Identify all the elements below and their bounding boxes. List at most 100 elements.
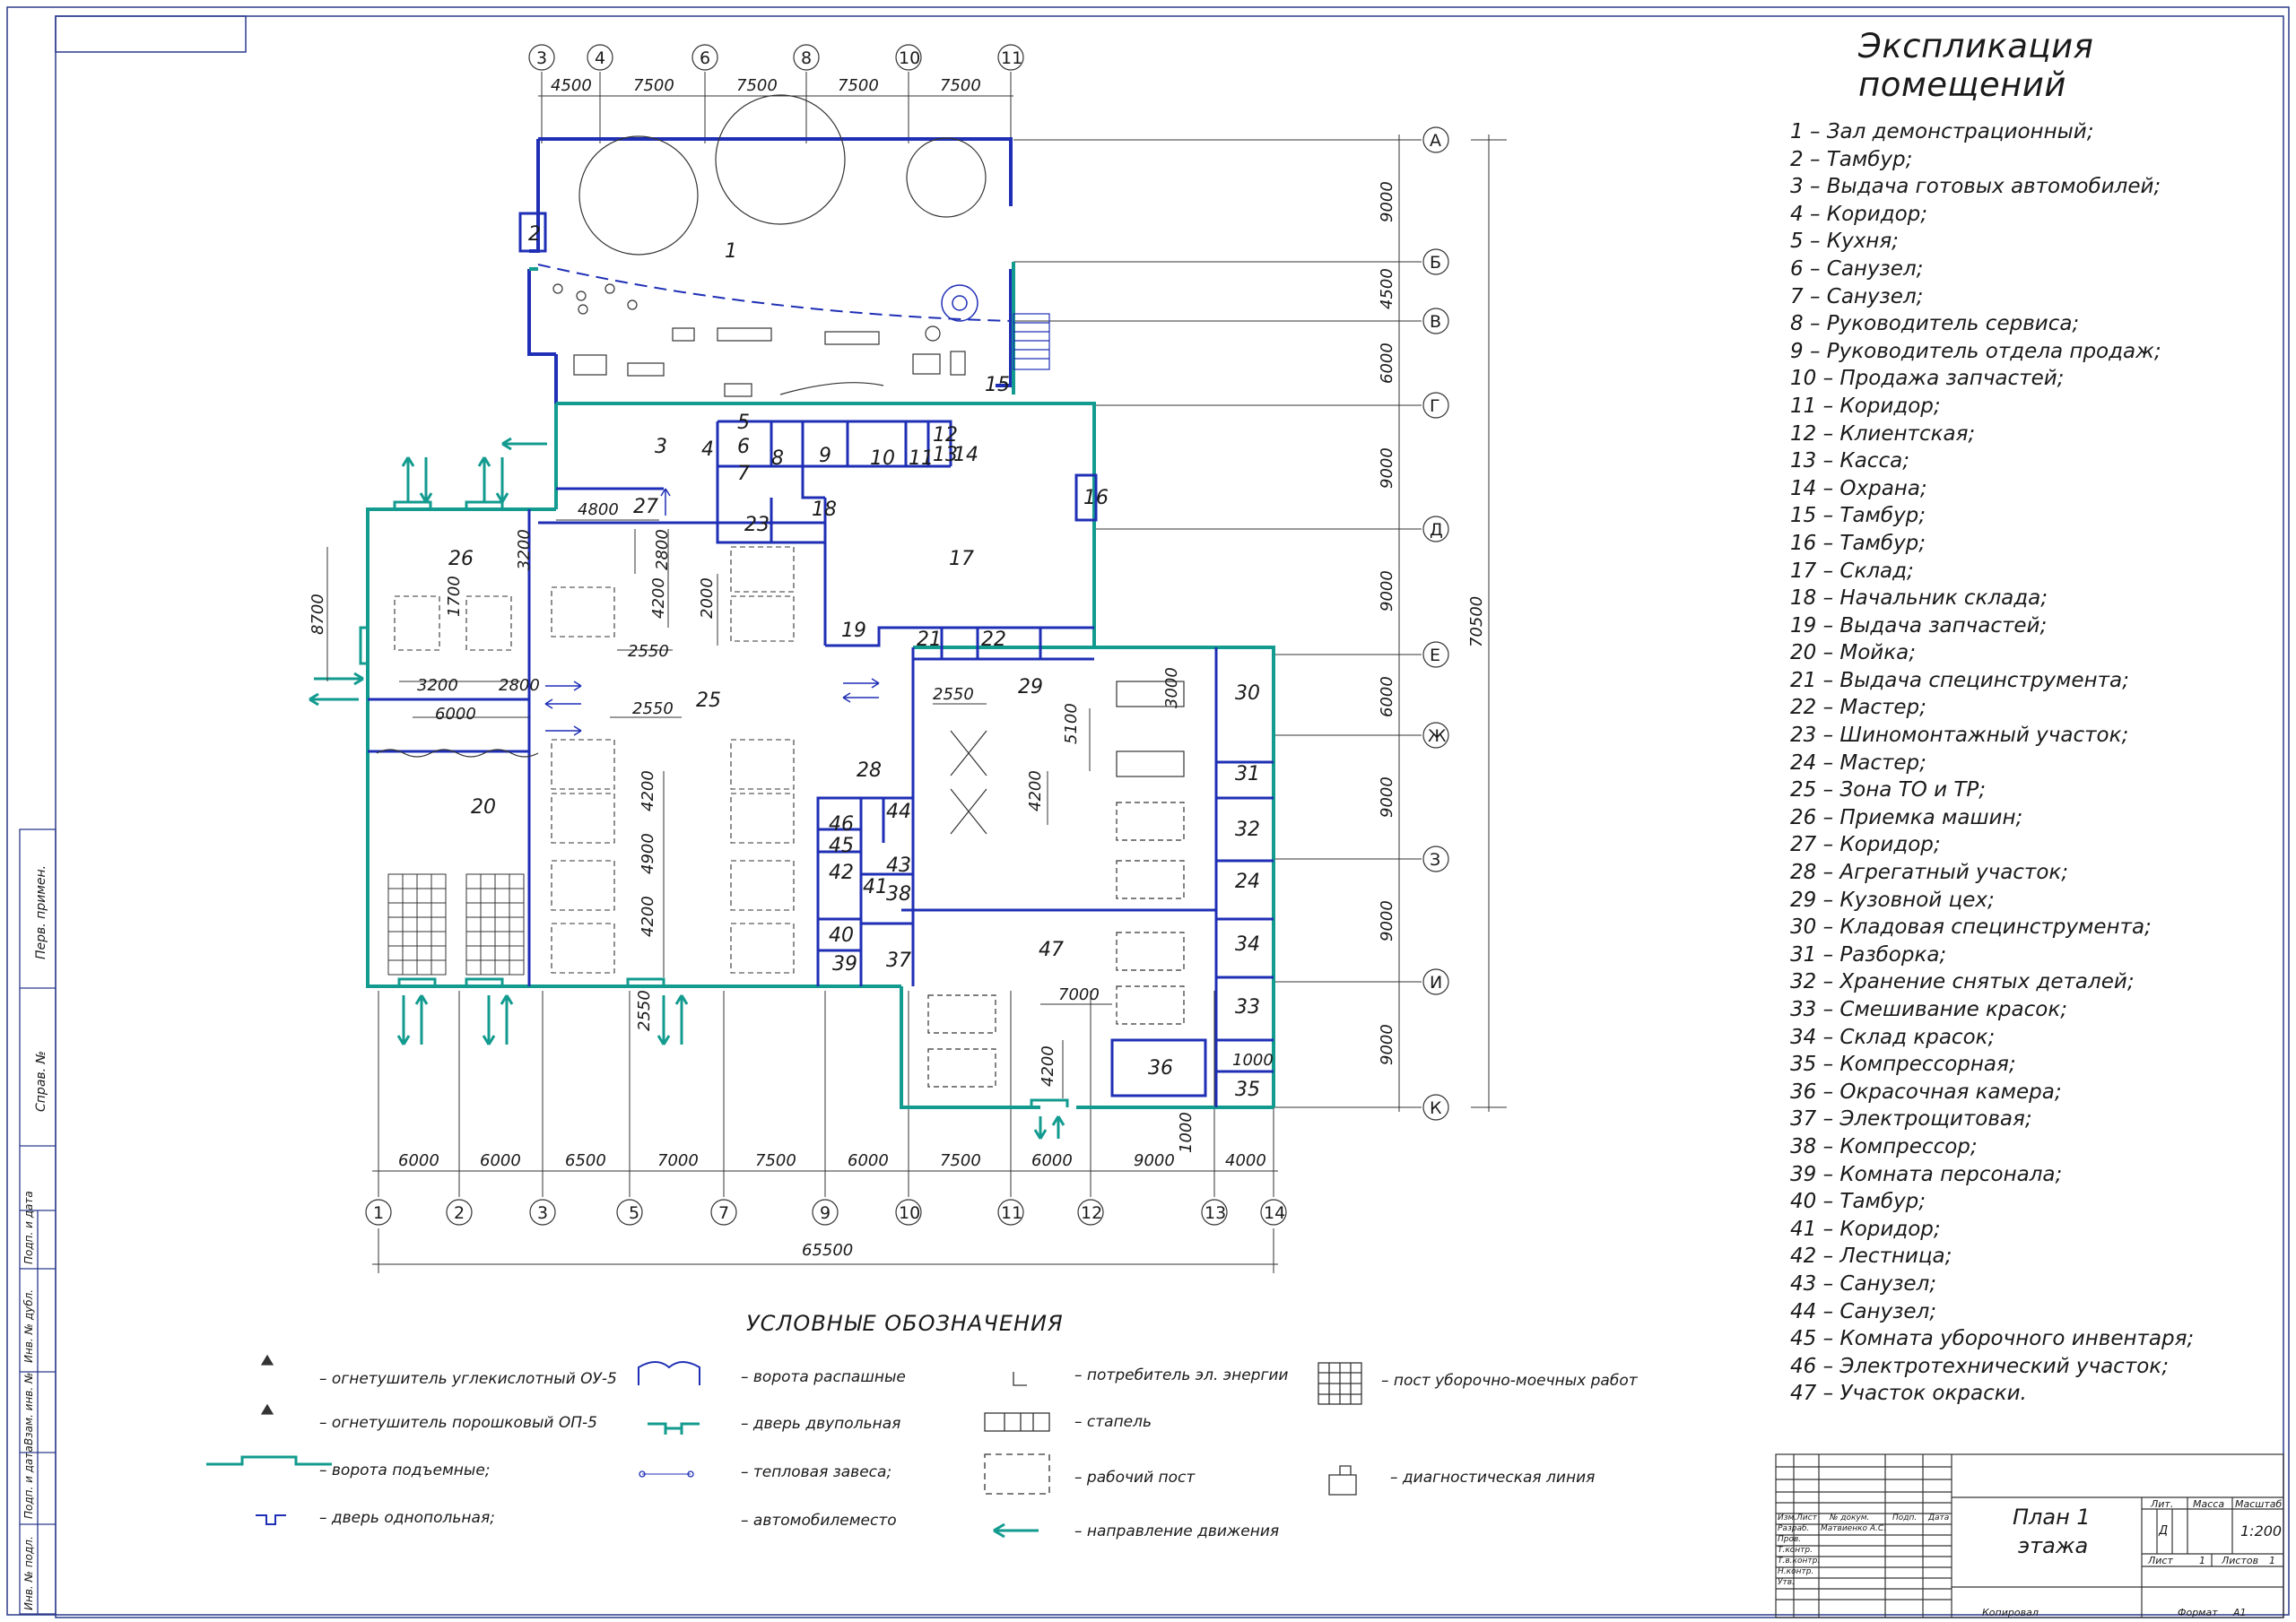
room-33: 33 bbox=[1235, 996, 1260, 1019]
axis-bottom-1: 1 bbox=[373, 1203, 384, 1223]
explication-item: 45 – Комната уборочного инвентаря; bbox=[1790, 1327, 2195, 1351]
explication-item: 15 – Тамбур; bbox=[1790, 504, 1926, 528]
dim-2800-b: 2800 bbox=[499, 676, 540, 695]
legend-rack-icon bbox=[984, 1412, 1050, 1432]
legend-powder-extinguisher-label: – огнетушитель порошковый ОП-5 bbox=[319, 1414, 597, 1432]
title-block-format-value: А1 bbox=[2233, 1607, 2247, 1618]
explication-item: 37 – Электрощитовая; bbox=[1790, 1107, 2032, 1132]
room-28: 28 bbox=[857, 759, 882, 782]
legend-direction-arrow-icon bbox=[993, 1522, 1039, 1539]
legend-diagnostic-line-label: – диагностическая линия bbox=[1390, 1469, 1596, 1487]
legend-swing-gate-label: – ворота распашные bbox=[741, 1368, 906, 1386]
room-5: 5 bbox=[737, 412, 750, 434]
explication-item: 20 – Мойка; bbox=[1790, 641, 1916, 665]
explication-item: 11 – Коридор; bbox=[1790, 394, 1941, 418]
room-11: 11 bbox=[909, 447, 934, 470]
title-block-sheet-label: Лист bbox=[2148, 1555, 2173, 1566]
room-8: 8 bbox=[771, 447, 784, 470]
dim-3000: 3000 bbox=[1162, 667, 1181, 708]
room-4: 4 bbox=[701, 438, 714, 461]
explication-item: 44 – Санузел; bbox=[1790, 1299, 1937, 1323]
right-axis-bubbles bbox=[1422, 126, 1449, 1121]
room-29: 29 bbox=[1018, 676, 1043, 698]
room-7: 7 bbox=[737, 463, 750, 485]
legend-swing-gate-icon bbox=[638, 1361, 700, 1385]
explication-item: 29 – Кузовной цех; bbox=[1790, 888, 1995, 912]
dim-right-total: 70500 bbox=[1467, 596, 1486, 647]
explication-item: 39 – Комната персонала; bbox=[1790, 1162, 2063, 1186]
legend-power-consumer-label: – потребитель эл. энергии bbox=[1074, 1366, 1289, 1384]
explication-item: 23 – Шиномонтажный участок; bbox=[1790, 724, 2129, 748]
title-block-col-sign: Подп. bbox=[1892, 1514, 1918, 1522]
explication-item: 10 – Продажа запчастей; bbox=[1790, 367, 2065, 391]
showroom-walls bbox=[527, 137, 1013, 403]
explication-item: 38 – Компрессор; bbox=[1790, 1134, 1978, 1158]
title-block-lit-value: Д bbox=[2159, 1524, 2169, 1538]
room-2: 2 bbox=[528, 223, 541, 246]
room-26: 26 bbox=[448, 548, 474, 570]
explication-item: 7 – Санузел; bbox=[1790, 284, 1924, 308]
explication-item: 28 – Агрегатный участок; bbox=[1790, 861, 2069, 885]
legend-single-door-label: – дверь однопольная; bbox=[319, 1509, 495, 1527]
legend-direction-label: – направление движения bbox=[1074, 1522, 1280, 1540]
explication-item: 3 – Выдача готовых автомобилей; bbox=[1790, 175, 2161, 199]
axis-bottom-10: 10 bbox=[899, 1203, 920, 1223]
dim-1700: 1700 bbox=[445, 576, 464, 617]
axis-bottom-12: 12 bbox=[1081, 1203, 1102, 1223]
dim-bottom-1: 6000 bbox=[398, 1151, 439, 1170]
explication-title: Экспликация помещений bbox=[1858, 27, 2094, 104]
explication-item: 35 – Компрессорная; bbox=[1790, 1053, 2016, 1077]
title-block-sheets-value: 1 bbox=[2269, 1555, 2275, 1566]
corner-stamp bbox=[55, 15, 247, 53]
title-block-format-label: Формат bbox=[2178, 1607, 2218, 1618]
title-block-sheets-label: Листов bbox=[2222, 1555, 2259, 1566]
legend-single-door-icon bbox=[256, 1514, 286, 1525]
explication-item: 31 – Разборка; bbox=[1790, 942, 1947, 967]
axis-top-3: 3 bbox=[536, 48, 547, 68]
dim-bottom-2: 6000 bbox=[480, 1151, 521, 1170]
explication-item: 32 – Хранение снятых деталей; bbox=[1790, 970, 2135, 994]
room-19: 19 bbox=[841, 620, 866, 642]
dim-right-2: 4500 bbox=[1378, 268, 1396, 309]
room-23: 23 bbox=[744, 514, 770, 536]
explication-list: 1 – Зал демонстрационный; 2 – Тамбур; 3 … bbox=[1790, 118, 2292, 1408]
explication-item: 2 – Тамбур; bbox=[1790, 147, 1913, 171]
title-block-copied: Копировал bbox=[1982, 1607, 2039, 1618]
explication-item: 34 – Склад красок; bbox=[1790, 1025, 1996, 1049]
explication-item: 26 – Приемка машин; bbox=[1790, 805, 2023, 829]
explication-item: 19 – Выдача запчастей; bbox=[1790, 613, 2048, 638]
side-stamp-label-3: Подп. и дата bbox=[22, 1191, 35, 1264]
side-stamp-label-4: Инв. № дубл. bbox=[22, 1289, 35, 1363]
explication-item: 36 – Окрасочная камера; bbox=[1790, 1080, 2062, 1104]
title-block-title-2: этажа bbox=[2018, 1533, 2089, 1558]
room-10: 10 bbox=[870, 447, 895, 470]
dim-4900: 4900 bbox=[639, 833, 657, 874]
dim-8700: 8700 bbox=[309, 594, 327, 635]
dim-2800-a: 2800 bbox=[653, 529, 672, 570]
explication-item: 13 – Касса; bbox=[1790, 449, 1909, 473]
dim-right-5: 9000 bbox=[1378, 570, 1396, 612]
title-block-col-list: Лист bbox=[1796, 1514, 1817, 1522]
title-block-scale-value: 1:200 bbox=[2240, 1522, 2283, 1540]
axis-top-6: 6 bbox=[700, 48, 710, 68]
room-46: 46 bbox=[829, 813, 854, 836]
room-27: 27 bbox=[633, 496, 658, 518]
legend-wash-post-label: – пост уборочно-моечных работ bbox=[1381, 1372, 1638, 1390]
room-40: 40 bbox=[829, 924, 854, 947]
explication-item: 46 – Электротехнический участок; bbox=[1790, 1354, 2169, 1378]
room-14: 14 bbox=[953, 444, 978, 466]
wash-posts bbox=[387, 873, 525, 976]
room-38: 38 bbox=[886, 883, 911, 906]
dim-bottom-10: 4000 bbox=[1225, 1151, 1266, 1170]
dim-bottom-9: 9000 bbox=[1134, 1151, 1175, 1170]
title-block-scale-label: Масштаб bbox=[2235, 1498, 2283, 1510]
dim-right-7: 9000 bbox=[1378, 776, 1396, 818]
dim-right-9: 9000 bbox=[1378, 1024, 1396, 1065]
room-1: 1 bbox=[725, 240, 737, 263]
explication-item: 30 – Кладовая специнструмента; bbox=[1790, 915, 2152, 940]
dim-2550-d: 2550 bbox=[635, 990, 654, 1031]
dim-3200-b: 3200 bbox=[417, 676, 458, 695]
legend-double-door-icon bbox=[648, 1422, 700, 1435]
explication-item: 12 – Клиентская; bbox=[1790, 421, 1976, 446]
dim-2550-c: 2550 bbox=[933, 685, 974, 704]
